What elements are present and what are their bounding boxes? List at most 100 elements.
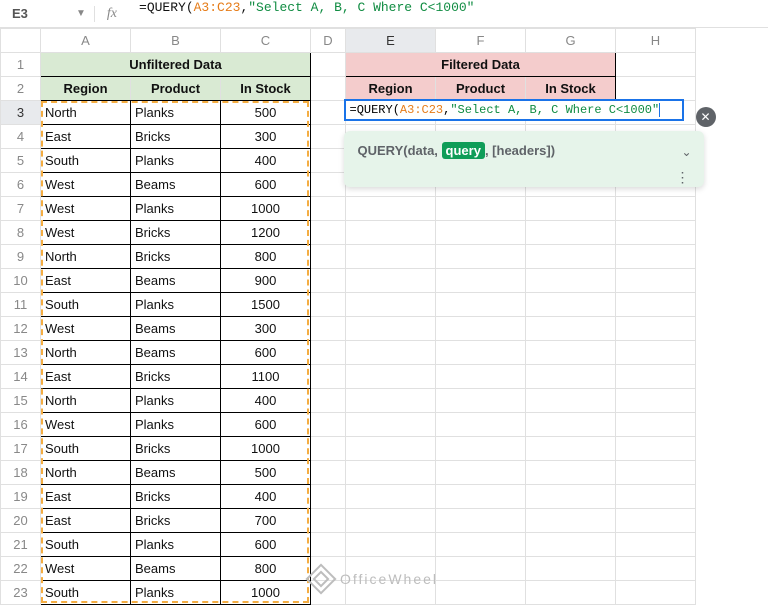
cell-F15[interactable] (436, 389, 526, 413)
cell-B17[interactable]: Bricks (131, 437, 221, 461)
cell-D6[interactable] (311, 173, 346, 197)
cell-E14[interactable] (346, 365, 436, 389)
cell-G2[interactable]: In Stock (526, 77, 616, 101)
cell-C19[interactable]: 400 (221, 485, 311, 509)
cell-A10[interactable]: East (41, 269, 131, 293)
cell-D9[interactable] (311, 245, 346, 269)
cell-G8[interactable] (526, 221, 616, 245)
cell-A5[interactable]: South (41, 149, 131, 173)
row-header-20[interactable]: 20 (1, 509, 41, 533)
cell-G14[interactable] (526, 365, 616, 389)
row-header-16[interactable]: 16 (1, 413, 41, 437)
cell-B2[interactable]: Product (131, 77, 221, 101)
cell-A12[interactable]: West (41, 317, 131, 341)
cell-C8[interactable]: 1200 (221, 221, 311, 245)
cell-E21[interactable] (346, 533, 436, 557)
cell-E7[interactable] (346, 197, 436, 221)
cell-F14[interactable] (436, 365, 526, 389)
cell-G17[interactable] (526, 437, 616, 461)
fx-icon[interactable]: fx (94, 6, 123, 22)
cell-B6[interactable]: Beams (131, 173, 221, 197)
cell-F19[interactable] (436, 485, 526, 509)
row-header-10[interactable]: 10 (1, 269, 41, 293)
cell-D2[interactable] (311, 77, 346, 101)
cell-C3[interactable]: 500 (221, 101, 311, 125)
cell-F17[interactable] (436, 437, 526, 461)
cell-A2[interactable]: Region (41, 77, 131, 101)
cell-D11[interactable] (311, 293, 346, 317)
cell-B15[interactable]: Planks (131, 389, 221, 413)
cell-E15[interactable] (346, 389, 436, 413)
cell-A9[interactable]: North (41, 245, 131, 269)
cell-A13[interactable]: North (41, 341, 131, 365)
column-header-B[interactable]: B (131, 29, 221, 53)
cell-F16[interactable] (436, 413, 526, 437)
cell-B8[interactable]: Bricks (131, 221, 221, 245)
cell-E10[interactable] (346, 269, 436, 293)
cell-D4[interactable] (311, 125, 346, 149)
row-header-14[interactable]: 14 (1, 365, 41, 389)
cell-A20[interactable]: East (41, 509, 131, 533)
name-box[interactable]: E3 (8, 6, 68, 21)
cell-D17[interactable] (311, 437, 346, 461)
more-options-icon[interactable]: ⋮ (676, 175, 690, 179)
cell-F22[interactable] (436, 557, 526, 581)
row-header-17[interactable]: 17 (1, 437, 41, 461)
cell-H8[interactable] (616, 221, 696, 245)
cell-G13[interactable] (526, 341, 616, 365)
row-header-18[interactable]: 18 (1, 461, 41, 485)
cell-F21[interactable] (436, 533, 526, 557)
cell-C9[interactable]: 800 (221, 245, 311, 269)
cell-C14[interactable]: 1100 (221, 365, 311, 389)
cell-C16[interactable]: 600 (221, 413, 311, 437)
cell-D14[interactable] (311, 365, 346, 389)
cell-G9[interactable] (526, 245, 616, 269)
cell-C2[interactable]: In Stock (221, 77, 311, 101)
cell-G12[interactable] (526, 317, 616, 341)
cell-D19[interactable] (311, 485, 346, 509)
cell-G11[interactable] (526, 293, 616, 317)
chevron-down-icon[interactable]: ⌄ (681, 145, 691, 159)
row-header-6[interactable]: 6 (1, 173, 41, 197)
cell-C13[interactable]: 600 (221, 341, 311, 365)
cell-E2[interactable]: Region (346, 77, 436, 101)
cell-F3[interactable] (436, 101, 526, 125)
row-header-5[interactable]: 5 (1, 149, 41, 173)
column-header-G[interactable]: G (526, 29, 616, 53)
cell-G7[interactable] (526, 197, 616, 221)
cell-A22[interactable]: West (41, 557, 131, 581)
cell-B12[interactable]: Beams (131, 317, 221, 341)
name-box-dropdown-icon[interactable]: ▼ (76, 8, 86, 19)
column-header-A[interactable]: A (41, 29, 131, 53)
cell-F10[interactable] (436, 269, 526, 293)
cell-H18[interactable] (616, 461, 696, 485)
cell-G3[interactable] (526, 101, 616, 125)
cell-A14[interactable]: East (41, 365, 131, 389)
row-header-2[interactable]: 2 (1, 77, 41, 101)
cell-E8[interactable] (346, 221, 436, 245)
cell-A4[interactable]: East (41, 125, 131, 149)
row-header-8[interactable]: 8 (1, 221, 41, 245)
cell-D7[interactable] (311, 197, 346, 221)
cell-G19[interactable] (526, 485, 616, 509)
cell-E3[interactable] (346, 101, 436, 125)
cell-E20[interactable] (346, 509, 436, 533)
cell-E11[interactable] (346, 293, 436, 317)
select-all-corner[interactable] (1, 29, 41, 53)
row-header-15[interactable]: 15 (1, 389, 41, 413)
column-header-H[interactable]: H (616, 29, 696, 53)
cell-A18[interactable]: North (41, 461, 131, 485)
cell-G20[interactable] (526, 509, 616, 533)
cell-B5[interactable]: Planks (131, 149, 221, 173)
cell-D21[interactable] (311, 533, 346, 557)
cell-E16[interactable] (346, 413, 436, 437)
cell-H19[interactable] (616, 485, 696, 509)
cell-B22[interactable]: Beams (131, 557, 221, 581)
cell-D1[interactable] (311, 53, 346, 77)
cell-B4[interactable]: Bricks (131, 125, 221, 149)
cell-F9[interactable] (436, 245, 526, 269)
cell-D3[interactable] (311, 101, 346, 125)
cell-H14[interactable] (616, 365, 696, 389)
cell-A7[interactable]: West (41, 197, 131, 221)
cell-G10[interactable] (526, 269, 616, 293)
